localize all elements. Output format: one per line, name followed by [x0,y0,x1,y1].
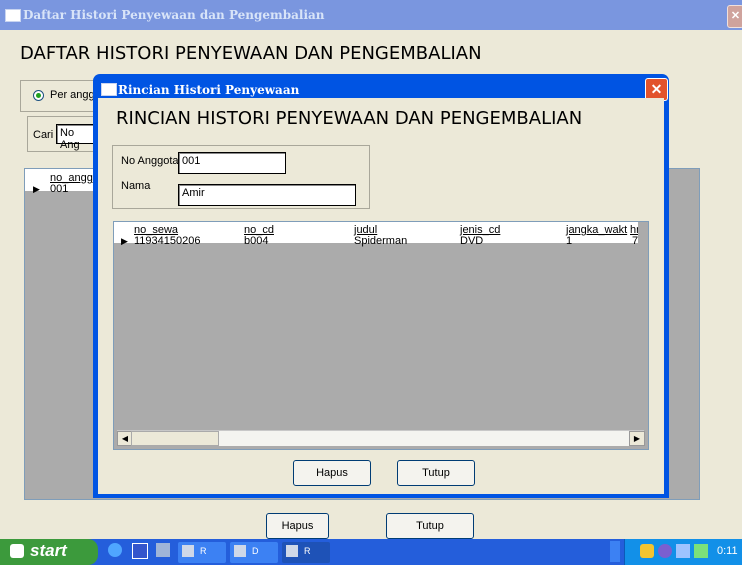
app-icon[interactable] [156,543,170,557]
row-selector-icon: ▶ [121,236,128,246]
dialog-heading: RINCIAN HISTORI PENYEWAAN DAN PENGEMBALI… [116,108,583,129]
cell-harga[interactable]: 70 [632,235,638,247]
task-button-1[interactable]: R [178,542,226,563]
dialog-grid[interactable] [113,221,649,450]
app-icon [286,545,298,557]
dialog-icon [101,83,117,96]
search-label: Cari [33,129,54,141]
main-delete-button[interactable]: Hapus [266,513,329,539]
main-close-label: Tutup [416,520,444,532]
app-icon [234,545,246,557]
clock: 0:11 [717,545,738,557]
windows-logo-icon [10,544,24,558]
cell-no-sewa[interactable]: 11934150206 [134,235,200,247]
task-label-2: D [252,546,259,556]
start-button[interactable]: start [0,539,98,565]
dialog-title: Rincian Histori Penyewaan [118,83,300,97]
scroll-right-icon[interactable]: ▶ [629,431,645,446]
system-tray: 0:11 [624,539,742,565]
tray-icon[interactable] [640,544,654,558]
dialog-close-label: Tutup [422,467,450,479]
task-label-1: R [200,546,207,556]
main-close-button[interactable]: ✕ [727,5,742,28]
member-no-label: No Anggota [121,155,179,167]
main-delete-label: Hapus [281,520,314,532]
name-label: Nama [121,180,151,192]
task-button-2[interactable]: D [230,542,278,563]
start-label: start [30,541,67,560]
main-close-action-button[interactable]: Tutup [386,513,474,539]
main-window-title: Daftar Histori Penyewaan dan Pengembalia… [23,8,325,22]
task-button-3[interactable]: R [282,542,330,563]
usb-icon[interactable] [694,544,708,558]
cell-no-cd[interactable]: b004 [244,235,268,247]
member-no-field[interactable]: 001 [178,152,286,174]
shield-icon[interactable] [658,544,672,558]
window-icon [5,9,21,22]
cell-jangka-waktu[interactable]: 1 [566,235,572,247]
cell-jenis-cd[interactable]: DVD [460,235,483,247]
word-icon[interactable] [132,543,148,559]
radio-button[interactable] [33,90,44,101]
col-header-jangka-waktu[interactable]: jangka_wakt [566,224,627,236]
task-label-3: R [304,546,311,556]
main-grid-cell[interactable]: 001 [50,183,68,195]
dialog-delete-button[interactable]: Hapus [293,460,371,486]
ie-icon[interactable] [108,543,122,557]
network-icon[interactable] [676,544,690,558]
row-selector-icon: ▶ [33,184,40,194]
main-heading: DAFTAR HISTORI PENYEWAAN DAN PENGEMBALIA… [20,43,482,64]
cell-judul[interactable]: Spiderman [354,235,407,247]
app-icon [182,545,194,557]
scrollbar-thumb[interactable] [131,431,219,446]
dialog-close-action-button[interactable]: Tutup [397,460,475,486]
name-field[interactable]: Amir [178,184,356,206]
dialog-delete-label: Hapus [316,467,348,479]
taskbar-scroll[interactable] [610,541,620,562]
